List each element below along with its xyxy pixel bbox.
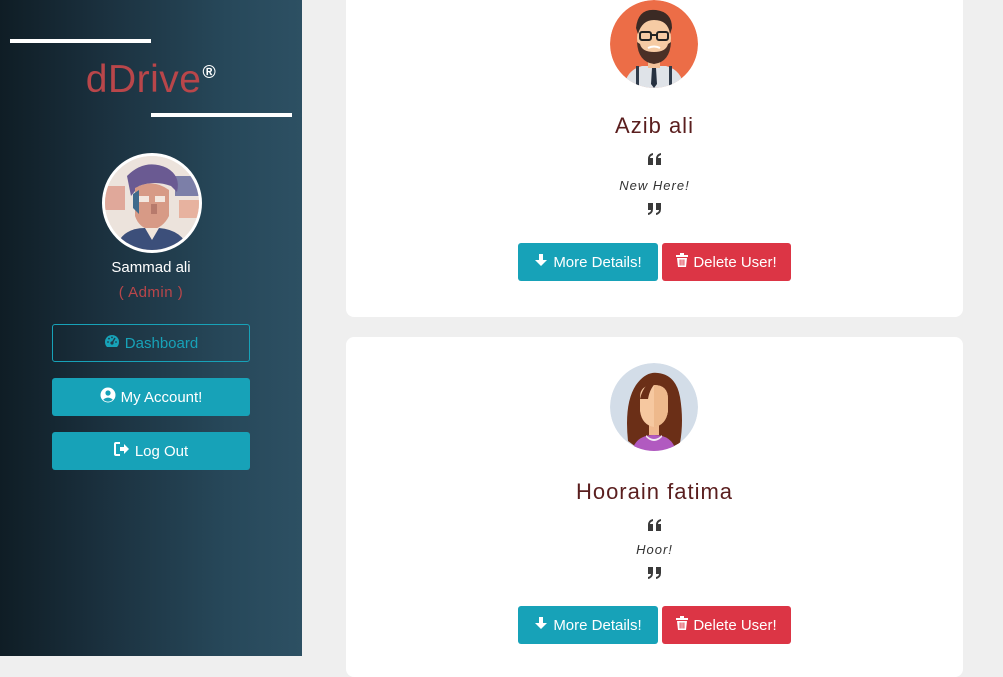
- quote-left-icon: [346, 152, 963, 170]
- user-actions: More Details! Delete User!: [518, 606, 792, 644]
- user-name: Hoorain fatima: [575, 479, 734, 504]
- arrow-down-icon: [534, 253, 553, 271]
- quote-left-icon: [346, 518, 963, 536]
- delete-user-label: Delete User!: [693, 253, 777, 271]
- delete-user-button[interactable]: Delete User!: [662, 243, 791, 281]
- quote-right-icon: [346, 202, 963, 220]
- delete-user-button[interactable]: Delete User!: [662, 606, 791, 644]
- profile-name: Sammad ali: [111, 259, 191, 276]
- log-out-button[interactable]: Log Out: [52, 432, 250, 470]
- woman-avatar: [610, 363, 698, 451]
- user-card: Hoorain fatima Hoor! More Details! Delet…: [346, 337, 963, 677]
- sidebar: dDrive® Sammad ali ( Admin ) Dashboard M…: [0, 0, 302, 656]
- logo-divider-top: [10, 39, 151, 43]
- profile-avatar: [102, 153, 202, 253]
- gauge-icon: [104, 334, 125, 352]
- user-status: New Here!: [619, 178, 690, 193]
- delete-user-label: Delete User!: [693, 616, 777, 634]
- sign-out-icon: [113, 442, 135, 460]
- my-account-label: My Account!: [120, 388, 203, 406]
- quote-right-icon: [346, 566, 963, 584]
- user-name: Azib ali: [615, 113, 694, 138]
- user-status: Hoor!: [636, 542, 673, 557]
- my-account-button[interactable]: My Account!: [52, 378, 250, 416]
- bearded-man-avatar: [610, 0, 698, 88]
- arrow-down-icon: [534, 616, 553, 634]
- trash-icon: [676, 616, 693, 634]
- registered-mark: ®: [202, 62, 217, 82]
- user-actions: More Details! Delete User!: [518, 243, 792, 281]
- user-circle-icon: [100, 387, 121, 407]
- more-details-label: More Details!: [553, 616, 642, 634]
- dashboard-label: Dashboard: [124, 334, 199, 352]
- more-details-button[interactable]: More Details!: [518, 243, 658, 281]
- user-card: Azib ali New Here! More Details! Delete …: [346, 0, 963, 317]
- brand-name: dDrive: [85, 58, 202, 101]
- log-out-label: Log Out: [134, 442, 189, 460]
- logo-divider-bottom: [151, 113, 292, 117]
- profile-role: ( Admin ): [118, 284, 184, 301]
- more-details-button[interactable]: More Details!: [518, 606, 658, 644]
- dashboard-button[interactable]: Dashboard: [52, 324, 250, 362]
- more-details-label: More Details!: [553, 253, 642, 271]
- brand-logo[interactable]: dDrive®: [0, 58, 302, 102]
- trash-icon: [676, 253, 693, 271]
